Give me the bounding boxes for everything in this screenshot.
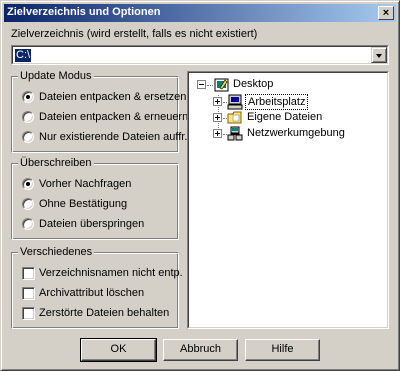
folder-tree[interactable]: Desktop Arbeitsplatz Eigene Dateien Netz… [187, 71, 389, 329]
tree-item-my-computer[interactable]: Arbeitsplatz [209, 94, 379, 110]
option-label: Dateien überspringen [39, 218, 145, 230]
misc-legend: Verschiedenes [18, 246, 95, 258]
checkbox[interactable] [22, 307, 35, 320]
desktop-icon [214, 78, 229, 92]
expand-icon[interactable] [213, 97, 222, 106]
overwrite-legend: Überschreiben [18, 157, 94, 169]
option-label: Vorher Nachfragen [39, 178, 132, 190]
dialog-window: Zielverzeichnis und Optionen × Zielverze… [0, 0, 400, 371]
expand-icon[interactable] [213, 113, 222, 122]
tree-item-label: Eigene Dateien [247, 111, 323, 123]
dropdown-arrow-icon[interactable] [371, 47, 387, 63]
folder-icon [227, 111, 242, 124]
option-label: Verzeichnisnamen nicht entp. [39, 267, 183, 279]
target-folder-label: Zielverzeichnis (wird erstellt, falls es… [11, 28, 258, 40]
radio-button[interactable] [22, 91, 34, 103]
radio-button[interactable] [22, 178, 34, 190]
radio-button[interactable] [22, 218, 34, 230]
network-icon [227, 126, 243, 141]
tree-connector [207, 85, 213, 86]
update-mode-group: Update Modus Dateien entpacken & ersetze… [11, 70, 188, 153]
computer-icon [227, 94, 243, 110]
misc-group: Verschiedenes Verzeichnisnamen nicht ent… [11, 246, 183, 329]
collapse-icon[interactable] [197, 80, 206, 89]
checkbox[interactable] [22, 287, 35, 300]
tree-item-label: Netzwerkumgebung [247, 127, 345, 139]
option-label: Dateien entpacken & erneuern [39, 111, 189, 123]
tree-item-desktop[interactable]: Desktop [193, 77, 383, 93]
close-button[interactable]: × [378, 6, 394, 20]
checkbox[interactable] [22, 267, 35, 280]
option-label: Dateien entpacken & ersetzen [39, 91, 187, 103]
title-bar[interactable]: Zielverzeichnis und Optionen × [4, 4, 396, 22]
option-label: Zerstörte Dateien behalten [39, 307, 170, 319]
tree-item-my-documents[interactable]: Eigene Dateien [209, 110, 379, 126]
target-folder-combo[interactable]: C:\ [11, 45, 389, 65]
radio-button[interactable] [22, 131, 34, 143]
expand-icon[interactable] [213, 129, 222, 138]
tree-item-label: Desktop [233, 78, 274, 90]
target-folder-value[interactable]: C:\ [15, 49, 32, 62]
ok-button[interactable]: OK [80, 338, 157, 362]
radio-button[interactable] [22, 111, 34, 123]
help-button[interactable]: Hilfe [245, 339, 320, 361]
option-label: Ohne Bestätigung [39, 198, 128, 210]
cancel-button[interactable]: Abbruch [163, 339, 238, 361]
tree-item-label: Arbeitsplatz [245, 94, 309, 110]
option-label: Archivattribut löschen [39, 287, 145, 299]
radio-button[interactable] [22, 198, 34, 210]
overwrite-group: Überschreiben Vorher Nachfragen Ohne Bes… [11, 157, 179, 240]
update-mode-legend: Update Modus [18, 70, 94, 82]
dialog-title: Zielverzeichnis und Optionen [7, 6, 161, 18]
tree-item-network[interactable]: Netzwerkumgebung [209, 126, 379, 142]
option-label: Nur existierende Dateien auffr. [39, 131, 188, 143]
